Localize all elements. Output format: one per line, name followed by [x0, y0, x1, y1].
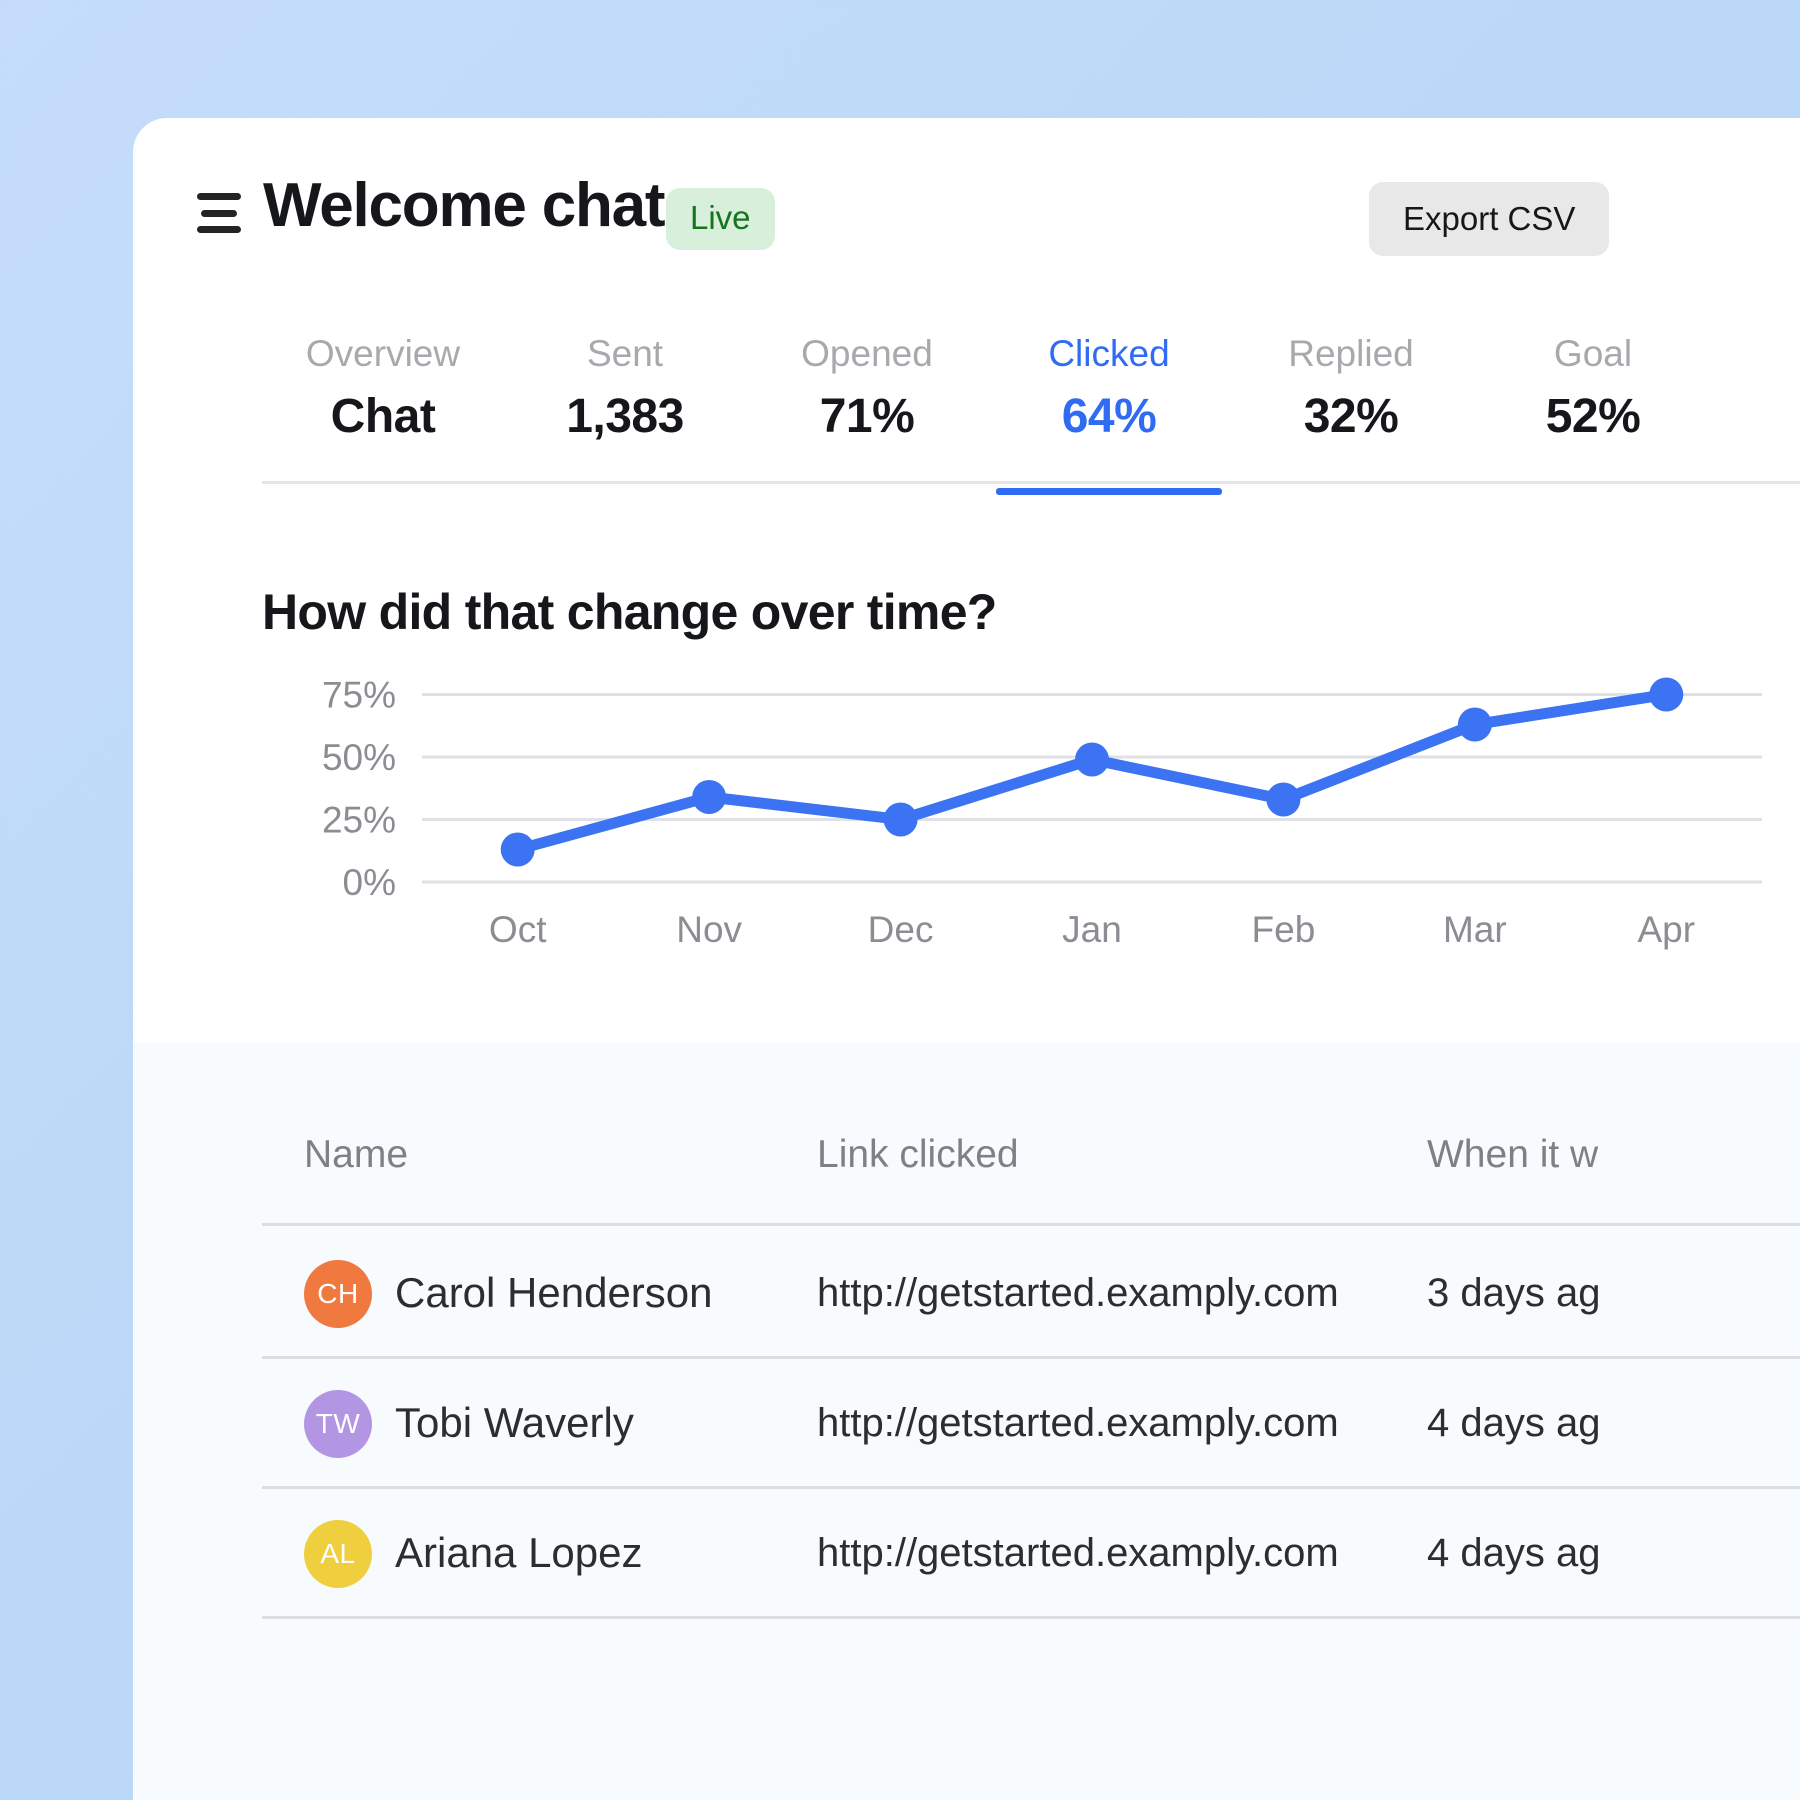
- stat-tab-value: Chat: [330, 390, 436, 444]
- tabs-divider: [262, 481, 1800, 484]
- stat-tab-overview[interactable]: Overview Chat: [262, 323, 504, 473]
- avatar: AL: [304, 1520, 372, 1588]
- stat-tab-label: Opened: [801, 333, 933, 374]
- cell-when: 3 days ag: [1427, 1271, 1601, 1315]
- stat-tab-label: Goal: [1553, 333, 1633, 374]
- x-axis-tick-label: Oct: [489, 909, 547, 950]
- cell-link-clicked[interactable]: http://getstarted.examply.com: [817, 1401, 1339, 1446]
- y-axis-tick-label: 0%: [343, 862, 396, 903]
- x-axis-tick-label: Mar: [1443, 909, 1507, 950]
- column-header-name[interactable]: Name: [304, 1133, 408, 1177]
- stat-tab-underline: [1238, 488, 1464, 495]
- table-row[interactable]: TW Tobi Waverly http://getstarted.examply.…: [262, 1359, 1800, 1489]
- table-header-row: Name Link clicked When it w: [262, 1133, 1800, 1213]
- cell-when: 4 days ag: [1427, 1531, 1601, 1575]
- stat-tab-goal[interactable]: Goal 52%: [1472, 323, 1714, 473]
- stat-tab-sent[interactable]: Sent 1,383: [504, 323, 746, 473]
- avatar: CH: [304, 1260, 372, 1328]
- chart-section: How did that change over time? 0% 25% 50% 7…: [133, 498, 1800, 1043]
- x-axis-tick-label: Feb: [1252, 909, 1316, 950]
- column-header-link-clicked[interactable]: Link clicked: [817, 1133, 1019, 1177]
- stat-tab-label: Overview: [305, 333, 461, 374]
- stat-tab-label: Replied: [1288, 333, 1414, 374]
- chart-svg: 0% 25% 50% 75% Oct Nov Dec Jan Feb Mar Apr: [322, 675, 1762, 950]
- row-divider: [262, 1616, 1800, 1619]
- table-header-divider: [262, 1223, 1800, 1226]
- chart-data-point[interactable]: [1649, 677, 1684, 712]
- chart-data-point[interactable]: [883, 802, 918, 837]
- x-axis-tick-label: Apr: [1637, 909, 1695, 950]
- stat-tab-label: Sent: [586, 333, 664, 374]
- line-chart: 0% 25% 50% 75% Oct Nov Dec Jan Feb Mar Apr: [262, 668, 1800, 968]
- cell-name: Ariana Lopez: [395, 1529, 643, 1576]
- stat-tab-value: 64%: [1061, 390, 1157, 444]
- x-axis-tick-label: Dec: [868, 909, 934, 950]
- hamburger-line-2: [201, 209, 237, 217]
- stat-tab-underline: [512, 488, 738, 495]
- page-header: Welcome chat Live Export CSV: [133, 118, 1800, 298]
- stat-tab-label: Clicked: [1048, 333, 1170, 374]
- stat-tab-underline: [996, 488, 1222, 495]
- y-axis-tick-label: 75%: [322, 675, 396, 716]
- chart-data-point[interactable]: [500, 832, 535, 867]
- export-csv-button[interactable]: Export CSV: [1369, 182, 1610, 256]
- stats-tab-strip: Overview Chat Sent 1,383 Opened 71% Clicked 64%…: [262, 323, 1800, 495]
- cell-when: 4 days ag: [1427, 1401, 1601, 1445]
- chart-title: How did that change over time?: [262, 584, 997, 640]
- chart-data-point[interactable]: [1457, 707, 1492, 742]
- stat-tab-underline: [754, 488, 980, 495]
- table-row[interactable]: CH Carol Henderson http://getstarted.examp…: [262, 1229, 1800, 1359]
- stat-tab-replied[interactable]: Replied 32%: [1230, 323, 1472, 473]
- hamburger-line-3: [197, 226, 241, 233]
- avatar: TW: [304, 1390, 372, 1458]
- stat-tab-opened[interactable]: Opened 71%: [746, 323, 988, 473]
- column-header-when[interactable]: When it w: [1427, 1133, 1598, 1177]
- table-row[interactable]: AL Ariana Lopez http://getstarted.examply.…: [262, 1489, 1800, 1619]
- chart-data-point[interactable]: [1266, 782, 1301, 817]
- cell-name: Tobi Waverly: [395, 1399, 634, 1446]
- stat-tab-value: 32%: [1303, 390, 1399, 444]
- x-axis-tick-label: Nov: [676, 909, 742, 950]
- stat-tab-value: 52%: [1545, 390, 1641, 444]
- stat-tab-value: 1,383: [566, 390, 684, 444]
- dashboard-card: Welcome chat Live Export CSV Overview Cha…: [133, 118, 1800, 1800]
- cell-name: Carol Henderson: [395, 1269, 713, 1316]
- hamburger-menu-icon[interactable]: [197, 193, 241, 233]
- y-axis-tick-label: 50%: [322, 737, 396, 778]
- stat-tab-underline: [1480, 488, 1706, 495]
- stat-tab-clicked[interactable]: Clicked 64%: [988, 323, 1230, 495]
- page-title: Welcome chat: [263, 171, 666, 240]
- x-axis-tick-label: Jan: [1062, 909, 1122, 950]
- chart-data-point[interactable]: [692, 780, 727, 814]
- hamburger-line-1: [197, 193, 241, 200]
- chart-data-point[interactable]: [1075, 742, 1109, 777]
- stat-tab-underline: [270, 488, 496, 495]
- cell-link-clicked[interactable]: http://getstarted.examply.com: [817, 1531, 1339, 1576]
- y-axis-tick-label: 25%: [322, 800, 396, 841]
- stat-tab-value: 71%: [819, 390, 915, 444]
- cell-link-clicked[interactable]: http://getstarted.examply.com: [817, 1271, 1339, 1316]
- clicks-table-section: Name Link clicked When it w CH Carol Hend…: [133, 1043, 1800, 1800]
- status-badge: Live: [666, 188, 775, 250]
